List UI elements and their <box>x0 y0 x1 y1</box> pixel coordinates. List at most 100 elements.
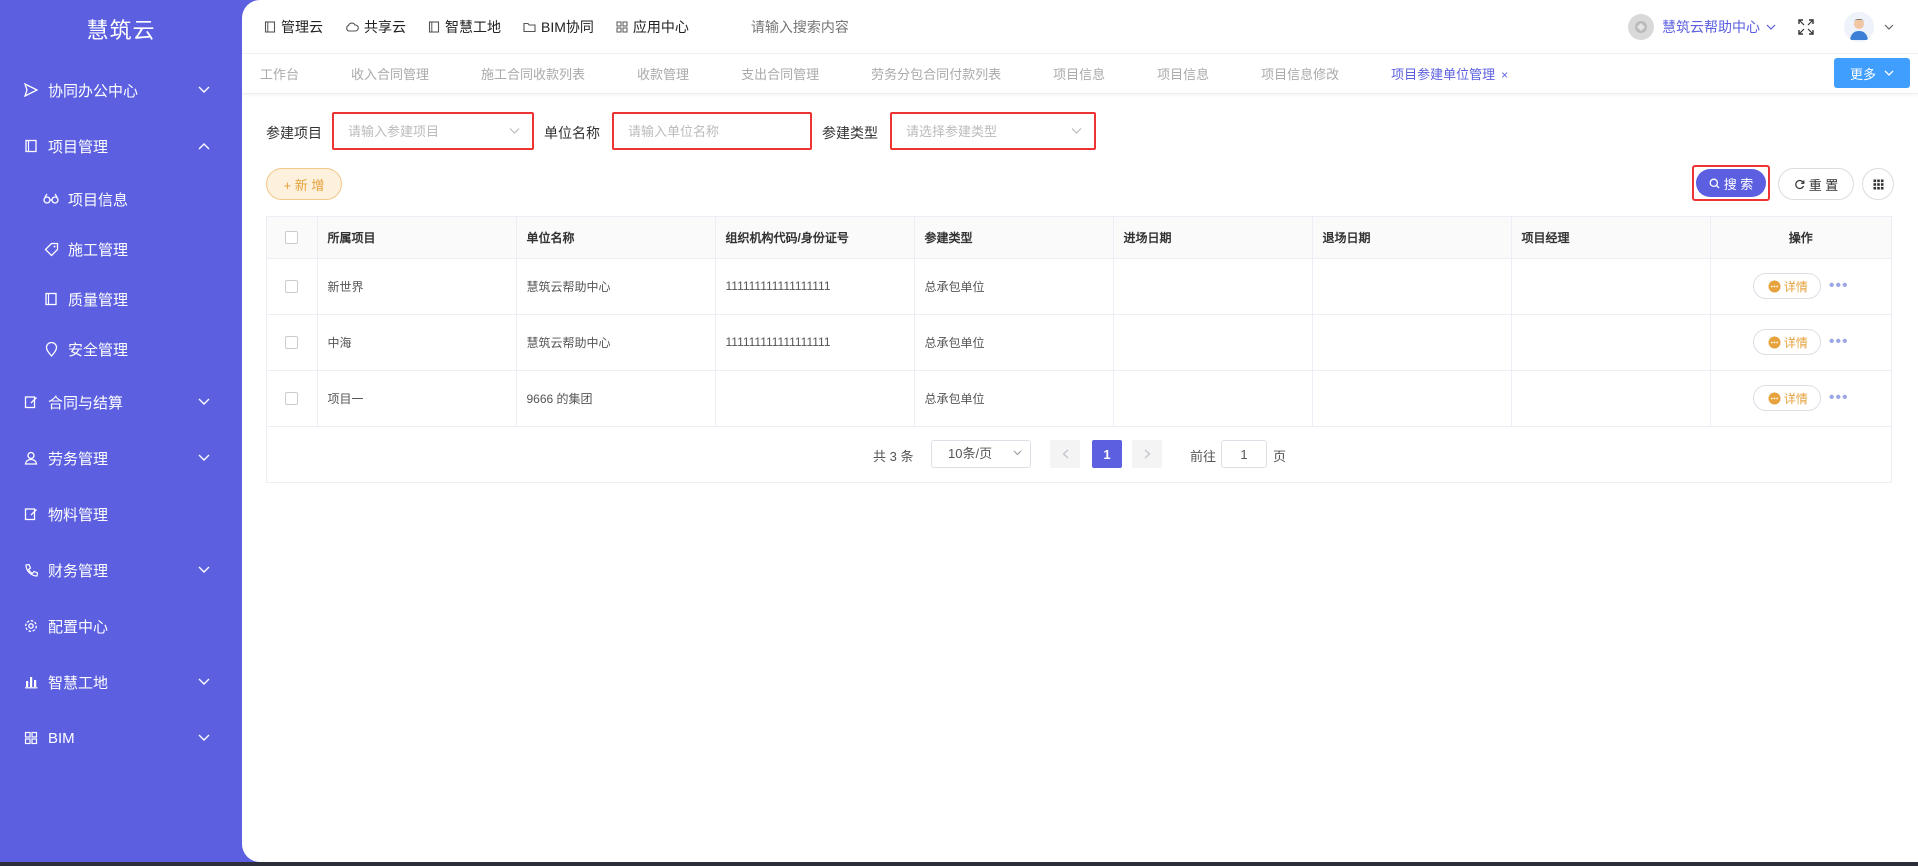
goto-page-input[interactable] <box>1221 440 1267 468</box>
sidebar-item-construction-management[interactable]: 施工管理 <box>0 224 242 274</box>
column-settings-button[interactable] <box>1862 168 1894 200</box>
column-header-manager[interactable]: 项目经理 <box>1511 217 1711 259</box>
tab-income-contract[interactable]: 收入合同管理 <box>351 64 429 83</box>
user-icon <box>22 451 40 465</box>
refresh-icon <box>1794 179 1805 190</box>
detail-button[interactable]: 详情 <box>1752 329 1821 355</box>
tab-workbench[interactable]: 工作台 <box>260 64 299 83</box>
cell-enter-date <box>1113 258 1313 315</box>
more-actions-icon[interactable]: ••• <box>1829 389 1849 407</box>
chevron-down-icon <box>1884 70 1894 77</box>
table-row: 中海 慧筑云帮助中心 111111111111111111 总承包单位 详情 •… <box>267 314 1891 371</box>
sidebar-item-bim[interactable]: BIM <box>0 710 242 766</box>
more-tabs-button[interactable]: 更多 <box>1834 58 1910 88</box>
cell-org-code: 111111111111111111 <box>715 314 915 371</box>
project-filter-input[interactable] <box>348 123 532 139</box>
row-checkbox[interactable] <box>285 336 299 350</box>
tab-expense-contract[interactable]: 支出合同管理 <box>741 64 819 83</box>
chevron-down-icon <box>198 86 210 94</box>
column-header-exit-date[interactable]: 退场日期 <box>1312 217 1512 259</box>
page-number-1[interactable]: 1 <box>1092 440 1122 468</box>
cell-manager <box>1511 370 1711 427</box>
topnav-item-bim-collab[interactable]: BIM协同 <box>523 17 594 37</box>
row-checkbox[interactable] <box>285 392 299 406</box>
unit-filter-field[interactable] <box>612 112 812 150</box>
chevron-left-icon <box>1062 449 1069 459</box>
help-center-link[interactable]: 慧筑云帮助中心 <box>1662 17 1760 37</box>
cell-manager <box>1511 258 1711 315</box>
sidebar-item-collab-office[interactable]: 协同办公中心 <box>0 62 242 118</box>
sidebar-item-material-management[interactable]: 物料管理 <box>0 486 242 542</box>
sidebar-item-config-center[interactable]: 配置中心 <box>0 598 242 654</box>
type-filter-input[interactable] <box>906 123 1094 139</box>
sidebar-item-label: 协同办公中心 <box>48 82 139 100</box>
chevron-down-icon[interactable] <box>1884 24 1894 31</box>
goto-label: 前往 <box>1190 449 1217 464</box>
gear-icon <box>22 619 40 633</box>
detail-button[interactable]: 详情 <box>1752 273 1821 299</box>
table-row: 新世界 慧筑云帮助中心 111111111111111111 总承包单位 详情 … <box>267 258 1891 315</box>
folder-icon <box>523 21 536 33</box>
sidebar-item-contract-settlement[interactable]: 合同与结算 <box>0 374 242 430</box>
cell-manager <box>1511 314 1711 371</box>
tab-project-info-2[interactable]: 项目信息 <box>1157 64 1209 83</box>
search-button-label: 搜 索 <box>1723 176 1754 192</box>
chevron-up-icon <box>198 142 210 150</box>
close-icon[interactable]: × <box>1501 68 1508 82</box>
search-button[interactable]: 搜 索 <box>1696 169 1766 197</box>
row-select-cell <box>267 370 318 427</box>
topnav-item-shared-cloud[interactable]: 共享云 <box>345 17 406 37</box>
page-size-select[interactable]: 10条/页 <box>931 440 1031 468</box>
user-avatar[interactable] <box>1844 12 1874 42</box>
tab-project-info-1[interactable]: 项目信息 <box>1053 64 1105 83</box>
row-select-cell <box>267 258 318 315</box>
column-header-org-code[interactable]: 组织机构代码/身份证号 <box>715 217 915 259</box>
select-all-checkbox[interactable] <box>285 231 299 245</box>
cloud-icon <box>345 21 359 33</box>
topnav-item-smart-site[interactable]: 智慧工地 <box>428 17 501 37</box>
sidebar-item-safety-management[interactable]: 安全管理 <box>0 324 242 374</box>
cell-unit-name: 慧筑云帮助中心 <box>516 314 716 371</box>
reset-button[interactable]: 重 置 <box>1778 168 1854 200</box>
sidebar-item-labor-management[interactable]: 劳务管理 <box>0 430 242 486</box>
type-filter-select[interactable] <box>890 112 1096 150</box>
row-select-cell <box>267 314 318 371</box>
column-header-type[interactable]: 参建类型 <box>914 217 1114 259</box>
tab-construction-receipt-list[interactable]: 施工合同收款列表 <box>481 64 585 83</box>
sidebar-item-project-management[interactable]: 项目管理 <box>0 118 242 174</box>
sidebar-item-project-info[interactable]: 项目信息 <box>0 174 242 224</box>
column-header-unit-name[interactable]: 单位名称 <box>516 217 716 259</box>
type-filter-label: 参建类型 <box>822 125 878 141</box>
detail-button[interactable]: 详情 <box>1752 385 1821 411</box>
tab-project-info-edit[interactable]: 项目信息修改 <box>1261 64 1339 83</box>
more-actions-icon[interactable]: ••• <box>1829 277 1849 295</box>
sidebar-item-smart-site[interactable]: 智慧工地 <box>0 654 242 710</box>
chevron-down-icon[interactable] <box>1766 24 1776 31</box>
column-header-enter-date[interactable]: 进场日期 <box>1113 217 1313 259</box>
top-right-area: 慧筑云帮助中心 <box>1628 0 1894 54</box>
tab-project-participant-units[interactable]: 项目参建单位管理 × <box>1391 64 1508 83</box>
chevron-down-icon <box>1013 450 1022 456</box>
fullscreen-icon[interactable] <box>1798 19 1814 35</box>
prev-page-button[interactable] <box>1050 440 1080 468</box>
app-logo: 慧筑云 <box>86 18 156 43</box>
chevron-down-icon <box>198 566 210 574</box>
tab-label: 项目参建单位管理 <box>1391 67 1496 82</box>
tab-receipt-management[interactable]: 收款管理 <box>637 64 689 83</box>
sidebar-item-finance-management[interactable]: 财务管理 <box>0 542 242 598</box>
next-page-button[interactable] <box>1132 440 1162 468</box>
global-search-input[interactable] <box>750 18 1011 35</box>
topnav-item-app-center[interactable]: 应用中心 <box>616 17 689 37</box>
sidebar-item-quality-management[interactable]: 质量管理 <box>0 274 242 324</box>
tab-labor-subcontract-payment[interactable]: 劳务分包合同付款列表 <box>871 64 1001 83</box>
project-filter-select[interactable] <box>332 112 534 150</box>
column-header-project[interactable]: 所属项目 <box>317 217 517 259</box>
topnav-item-management-cloud[interactable]: 管理云 <box>264 17 323 37</box>
row-checkbox[interactable] <box>285 280 299 294</box>
cell-actions: 详情 ••• <box>1710 314 1891 371</box>
more-actions-icon[interactable]: ••• <box>1829 333 1849 351</box>
send-icon <box>22 83 40 97</box>
unit-filter-input[interactable] <box>628 123 810 139</box>
add-button[interactable]: + 新 增 <box>266 168 342 200</box>
sidebar-item-label: 配置中心 <box>48 618 109 636</box>
